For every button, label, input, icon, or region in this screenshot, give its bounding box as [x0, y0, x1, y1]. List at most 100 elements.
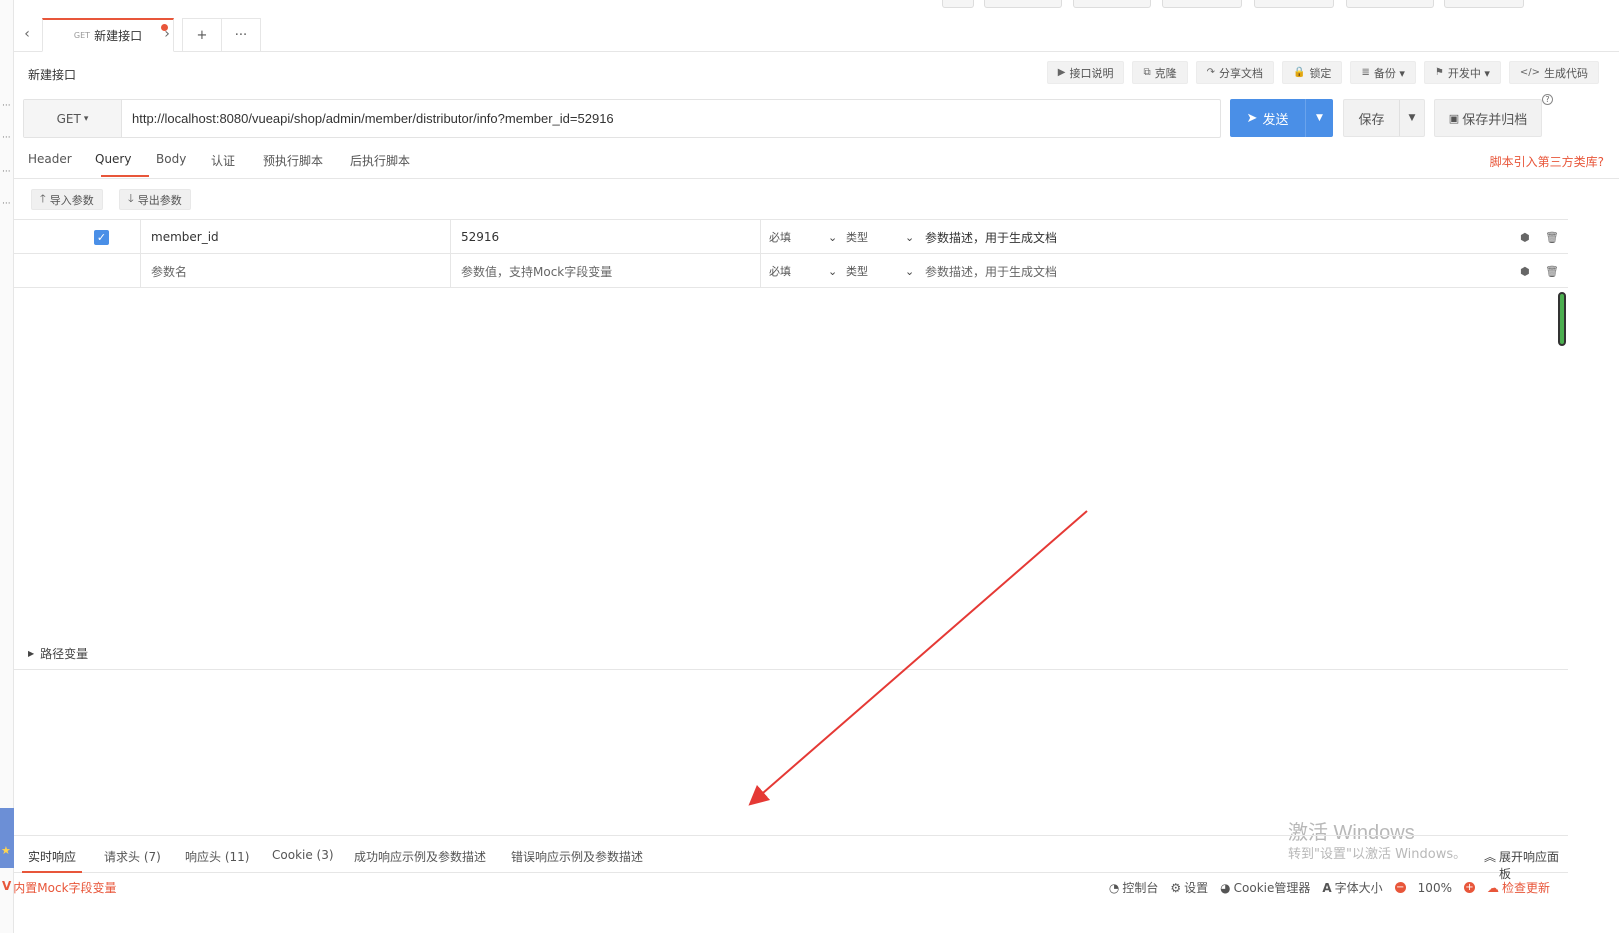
query-params-table: ✓ member_id 52916 必填 ⌄ 类型 ⌄ 参数描述，用于生成文档 …	[14, 219, 1568, 288]
tab-header[interactable]: Header	[28, 152, 72, 166]
row-check-cell: ✓	[94, 220, 114, 254]
tab-auth[interactable]: 认证	[211, 152, 235, 169]
tab-prev-icon[interactable]: ‹	[14, 18, 40, 50]
export-params-button[interactable]: 🡓 导出参数	[119, 189, 191, 210]
export-label: 导出参数	[137, 193, 182, 207]
add-tab-button[interactable]: +	[182, 18, 222, 52]
api-title: 新建接口	[28, 68, 77, 82]
param-name-cell[interactable]: 参数名	[140, 254, 450, 288]
trash-icon[interactable]: 🗑	[1545, 220, 1559, 254]
tab-pre-script[interactable]: 预执行脚本	[263, 152, 323, 169]
send-button-group: ➤ 发送 ▼	[1230, 99, 1333, 137]
param-value-cell[interactable]: 52916	[450, 220, 760, 254]
tab-post-script[interactable]: 后执行脚本	[350, 152, 410, 169]
tab-cookie[interactable]: Cookie (3)	[272, 848, 334, 862]
tab-response-headers[interactable]: 响应头 (11)	[185, 848, 249, 865]
backup-button[interactable]: ≣ 备份 ▾	[1350, 61, 1416, 84]
tab-error-example[interactable]: 错误响应示例及参数描述	[511, 848, 643, 865]
tab-live-response[interactable]: 实时响应	[28, 848, 76, 865]
param-name-placeholder: 参数名	[151, 264, 188, 279]
cube-icon[interactable]: ⬢	[1520, 254, 1530, 288]
flag-icon: ⚑	[1434, 67, 1444, 78]
method-select[interactable]: GET ▾	[24, 100, 122, 137]
cookie-label: Cookie管理器	[1233, 881, 1311, 895]
param-desc-cell[interactable]: 参数描述，用于生成文档	[925, 220, 1057, 254]
cookie-manager-button[interactable]: ◕ Cookie管理器	[1220, 879, 1310, 896]
more-icon[interactable]: ···	[2, 102, 11, 111]
script-library-link[interactable]: 脚本引入第三方类库?	[1490, 153, 1604, 170]
cookie-icon: ◕	[1220, 880, 1231, 895]
api-actions: ▶ 接口说明 ⧉ 克隆 ↷ 分享文档 🔒 锁定 ≣ 备份 ▾ ⚑ 开发中 ▾ </> 生成代码	[1046, 61, 1599, 84]
font-size-button[interactable]: A 字体大小	[1322, 879, 1382, 896]
param-desc-placeholder: 参数描述，用于生成文档	[925, 264, 1058, 279]
api-tab-bar: ‹ GET 新建接口 › + ···	[14, 16, 1619, 52]
request-url-bar: GET ▾	[23, 99, 1221, 138]
send-button[interactable]: ➤ 发送	[1230, 99, 1306, 137]
console-button[interactable]: ◔ 控制台	[1109, 879, 1159, 896]
more-tabs-button[interactable]: ···	[221, 18, 261, 52]
save-dropdown-icon[interactable]: ▼	[1400, 100, 1424, 136]
tab-query[interactable]: Query	[95, 152, 131, 166]
toolbar-button-fragment[interactable]	[1162, 0, 1242, 8]
url-input[interactable]	[122, 100, 1220, 137]
param-checkbox[interactable]: ✓	[94, 229, 109, 245]
share-doc-button[interactable]: ↷ 分享文档	[1195, 61, 1274, 84]
font-size-label: 字体大小	[1334, 881, 1383, 895]
update-label: 检查更新	[1501, 881, 1550, 895]
required-label: 必填	[769, 231, 791, 244]
chevron-down-icon[interactable]: ⌄	[905, 254, 914, 288]
zoom-out-icon[interactable]: −	[1394, 882, 1406, 893]
lock-button[interactable]: 🔒 锁定	[1281, 61, 1343, 84]
param-value-cell[interactable]: 参数值，支持Mock字段变量	[450, 254, 760, 288]
type-select[interactable]: 类型	[846, 220, 868, 254]
caret-right-icon: ▶	[28, 649, 35, 658]
cube-icon[interactable]: ⬢	[1520, 220, 1530, 254]
chevron-down-icon[interactable]: ⌄	[905, 220, 914, 254]
left-sidebar-strip: ··· ··· ··· ··· ★	[0, 0, 14, 933]
tab-request-headers[interactable]: 请求头 (7)	[104, 848, 161, 865]
sidebar-collapse-tab[interactable]: ★	[0, 808, 14, 868]
send-dropdown-icon[interactable]: ▼	[1306, 99, 1333, 137]
toolbar-button-fragment[interactable]	[1254, 0, 1334, 8]
copy-icon: ⧉	[1143, 67, 1151, 78]
type-select[interactable]: 类型	[846, 254, 868, 288]
status-dropdown[interactable]: ⚑ 开发中 ▾	[1423, 61, 1501, 84]
more-icon[interactable]: ···	[2, 168, 11, 177]
toolbar-button-fragment[interactable]	[1073, 0, 1151, 8]
api-doc-button[interactable]: ▶ 接口说明	[1046, 61, 1125, 84]
import-params-button[interactable]: 🡑 导入参数	[31, 189, 103, 210]
help-icon[interactable]: ?	[1542, 94, 1553, 105]
chevron-down-icon[interactable]: ⌄	[828, 254, 837, 288]
status-bar: V 内置Mock字段变量 ◔ 控制台 ⚙ 设置 ◕ Cookie管理器 A 字体大小 −…	[0, 875, 1568, 899]
param-desc-cell[interactable]: 参数描述，用于生成文档	[925, 254, 1057, 288]
archive-icon: ▣	[1448, 111, 1460, 125]
more-icon[interactable]: ···	[2, 134, 11, 143]
settings-button[interactable]: ⚙ 设置	[1170, 879, 1208, 896]
trash-icon[interactable]: 🗑	[1545, 254, 1559, 288]
chevron-down-icon[interactable]: ⌄	[828, 220, 837, 254]
tab-next-icon[interactable]: ›	[154, 18, 180, 50]
save-archive-button[interactable]: ▣ 保存并归档	[1434, 99, 1542, 137]
action-label: 分享文档	[1218, 66, 1263, 80]
path-variables-toggle[interactable]: ▶ 路径变量	[28, 645, 88, 662]
tab-body[interactable]: Body	[156, 152, 186, 166]
status-items: ◔ 控制台 ⚙ 设置 ◕ Cookie管理器 A 字体大小 − 100% + ☁ 检查更新	[1109, 879, 1550, 896]
scroll-indicator[interactable]	[1558, 292, 1566, 346]
clone-button[interactable]: ⧉ 克隆	[1132, 61, 1188, 84]
play-icon: ▶	[1057, 67, 1066, 78]
more-icon[interactable]: ···	[2, 200, 11, 209]
param-name-cell[interactable]: member_id	[140, 220, 450, 254]
tab-success-example[interactable]: 成功响应示例及参数描述	[354, 848, 486, 865]
check-update-button[interactable]: ☁ 检查更新	[1487, 879, 1550, 896]
toolbar-button-fragment[interactable]	[942, 0, 974, 8]
toolbar-button-fragment[interactable]	[1444, 0, 1524, 8]
action-label: 克隆	[1154, 66, 1177, 80]
lock-icon: 🔒	[1292, 67, 1306, 78]
zoom-in-icon[interactable]: +	[1463, 882, 1475, 893]
action-label: 接口说明	[1069, 66, 1114, 80]
toolbar-button-fragment[interactable]	[1346, 0, 1434, 8]
save-button[interactable]: 保存	[1344, 100, 1400, 136]
toolbar-button-fragment[interactable]	[984, 0, 1062, 8]
mock-variables-link[interactable]: V 内置Mock字段变量	[2, 879, 117, 896]
generate-code-button[interactable]: </> 生成代码	[1508, 61, 1599, 84]
